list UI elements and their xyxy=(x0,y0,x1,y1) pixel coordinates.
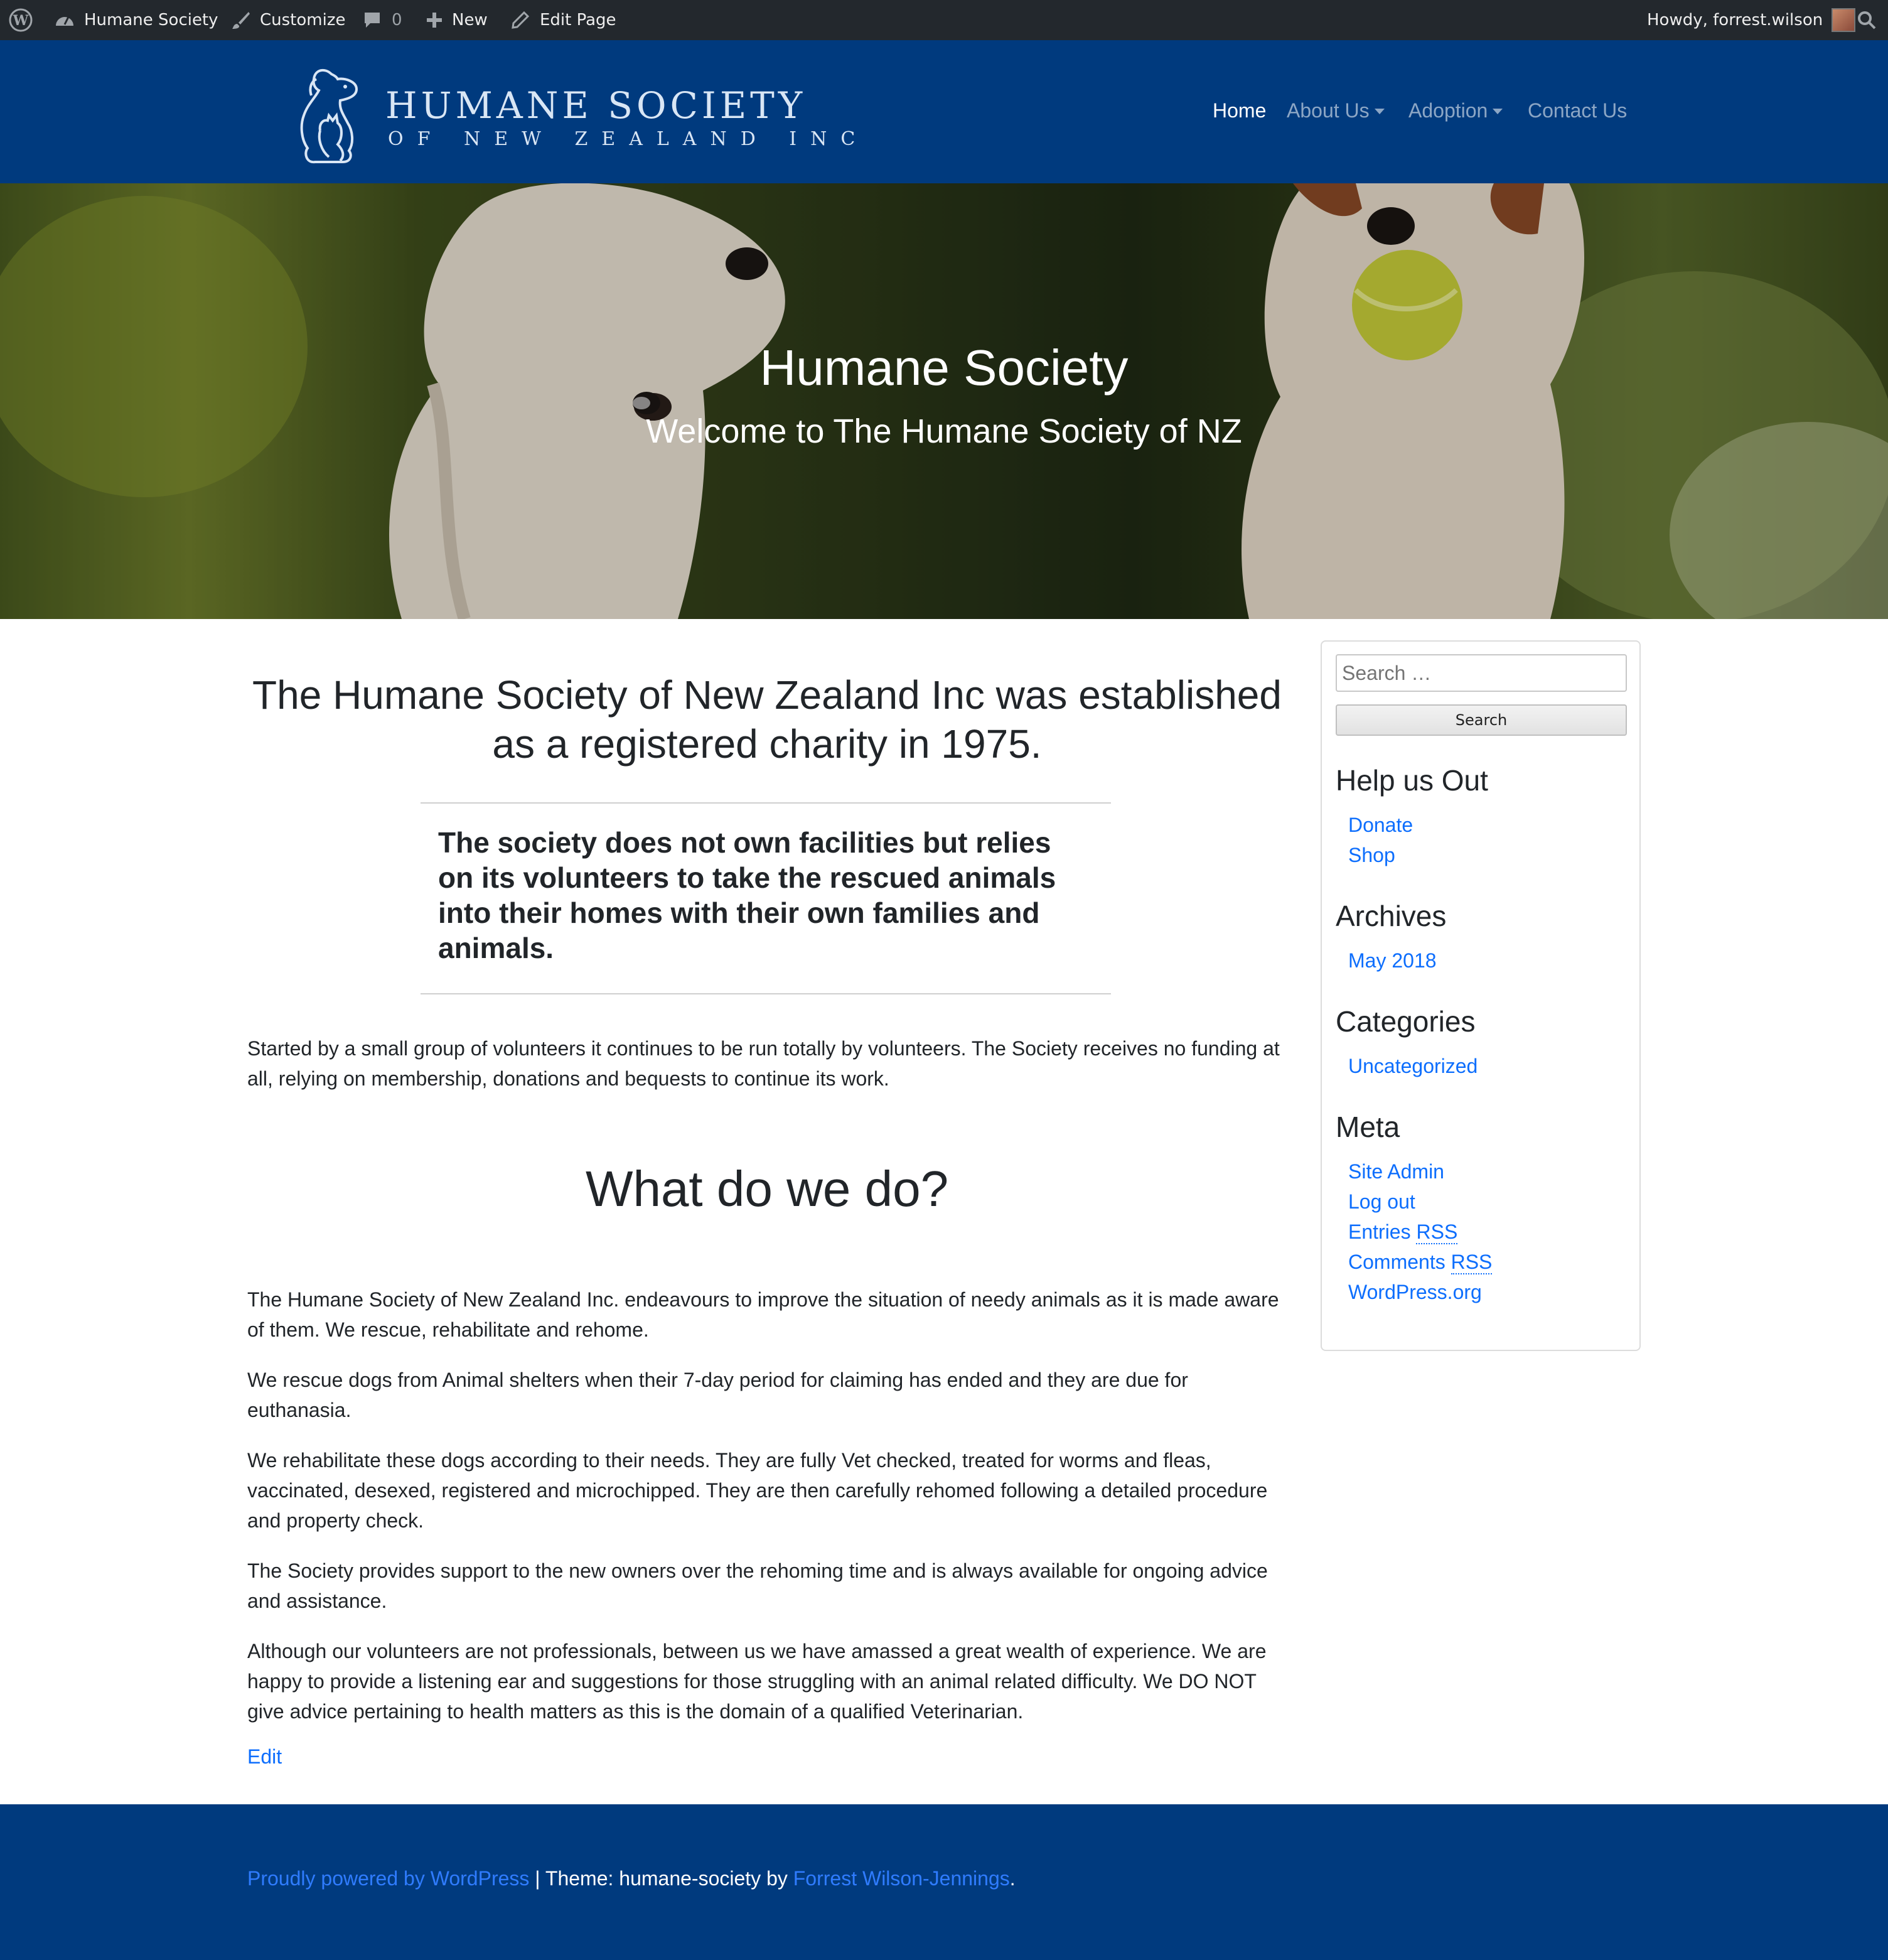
theme-credit: Theme: humane-society by xyxy=(545,1867,793,1890)
hero-dogs-photo xyxy=(0,183,1888,619)
customize-link[interactable]: Customize xyxy=(231,0,345,40)
site-footer: Proudly powered by WordPress | Theme: hu… xyxy=(0,1804,1888,1960)
footer-separator: | xyxy=(529,1867,545,1890)
edit-page-label: Edit Page xyxy=(540,11,616,30)
logo-subtitle: OF NEW ZEALAND INC xyxy=(388,128,869,150)
log-out-link[interactable]: Log out xyxy=(1348,1190,1415,1214)
comments-label: Comments xyxy=(1348,1251,1446,1273)
nav-about-us[interactable]: About Us xyxy=(1287,99,1385,122)
admin-bar-site-link[interactable]: Humane Society xyxy=(54,0,218,40)
nav-about-us-label: About Us xyxy=(1287,99,1370,122)
body-paragraph: We rescue dogs from Animal shelters when… xyxy=(247,1369,1188,1421)
body-paragraph: The Humane Society of New Zealand Inc. e… xyxy=(247,1288,1279,1341)
caret-down-icon xyxy=(1493,109,1503,114)
theme-author-link[interactable]: Forrest Wilson-Jennings xyxy=(793,1867,1010,1890)
comments-count: 0 xyxy=(392,11,402,30)
dog-and-cat-logo-icon xyxy=(300,68,358,164)
nav-adoption[interactable]: Adoption xyxy=(1408,99,1503,122)
widget-title-help: Help us Out xyxy=(1336,764,1488,797)
pencil-icon xyxy=(512,11,530,29)
my-account-link[interactable]: Howdy, forrest.wilson xyxy=(1647,0,1856,40)
site-header: HUMANE SOCIETY OF NEW ZEALAND INC Home A… xyxy=(0,40,1888,183)
widget-title-categories: Categories xyxy=(1336,1005,1476,1038)
rss-abbr: RSS xyxy=(1451,1251,1493,1274)
plus-icon xyxy=(427,13,442,28)
nav-home[interactable]: Home xyxy=(1213,99,1266,122)
caret-down-icon xyxy=(1374,109,1385,114)
powered-by-link[interactable]: Proudly powered by WordPress xyxy=(247,1867,529,1890)
site-admin-link[interactable]: Site Admin xyxy=(1348,1160,1444,1183)
sidebar: Search Help us Out Donate Shop Archives … xyxy=(1321,640,1641,1351)
search-input[interactable] xyxy=(1336,654,1627,692)
section-heading: What do we do? xyxy=(585,1161,949,1217)
avatar xyxy=(1832,8,1856,32)
admin-search-icon[interactable] xyxy=(1857,0,1877,40)
entries-rss-link[interactable]: Entries RSS xyxy=(1348,1220,1458,1244)
hero-title: Humane Society xyxy=(759,340,1129,396)
nav-adoption-label: Adoption xyxy=(1408,99,1488,122)
paintbrush-icon xyxy=(232,12,250,29)
entries-label: Entries xyxy=(1348,1220,1411,1243)
wordpress-org-link[interactable]: WordPress.org xyxy=(1348,1281,1482,1304)
shop-link[interactable]: Shop xyxy=(1348,844,1395,867)
footer-period: . xyxy=(1009,1867,1016,1890)
admin-bar-site-name: Humane Society xyxy=(84,11,218,30)
pull-quote-text: The society does not own facilities but … xyxy=(438,826,1056,964)
logo-title: HUMANE SOCIETY xyxy=(385,84,807,127)
dashboard-gauge-icon xyxy=(56,16,73,26)
footer-credits: Proudly powered by WordPress | Theme: hu… xyxy=(247,1867,1016,1890)
edit-post-link[interactable]: Edit xyxy=(247,1745,282,1769)
pull-quote: The society does not own facilities but … xyxy=(421,802,1111,994)
intro-paragraph: Started by a small group of volunteers i… xyxy=(247,1037,1280,1090)
comment-bubble-icon xyxy=(365,13,380,28)
lead-heading: The Humane Society of New Zealand Inc wa… xyxy=(252,672,1282,767)
body-paragraph: Although our volunteers are not professi… xyxy=(247,1640,1267,1723)
new-content-link[interactable]: New xyxy=(426,0,488,40)
widget-title-archives: Archives xyxy=(1336,900,1447,932)
hero-banner: Humane Society Welcome to The Humane Soc… xyxy=(0,183,1888,619)
archive-link[interactable]: May 2018 xyxy=(1348,949,1437,972)
new-label: New xyxy=(452,11,488,30)
rss-abbr: RSS xyxy=(1416,1220,1458,1244)
site-logo[interactable]: HUMANE SOCIETY OF NEW ZEALAND INC xyxy=(282,63,855,170)
nav-contact-us[interactable]: Contact Us xyxy=(1528,99,1627,122)
category-link[interactable]: Uncategorized xyxy=(1348,1055,1478,1078)
greeting: Howdy, forrest.wilson xyxy=(1647,11,1823,30)
body-paragraph: We rehabilitate these dogs according to … xyxy=(247,1449,1268,1532)
edit-page-link[interactable]: Edit Page xyxy=(511,0,616,40)
comments-rss-link[interactable]: Comments RSS xyxy=(1348,1251,1493,1274)
admin-bar: W Humane Society Customize 0 New Edit Pa… xyxy=(0,0,1888,40)
comments-link[interactable]: 0 xyxy=(363,0,402,40)
hero-subtitle: Welcome to The Humane Society of NZ xyxy=(646,412,1242,450)
wordpress-logo-icon[interactable]: W xyxy=(9,0,33,40)
search-button[interactable]: Search xyxy=(1336,704,1627,736)
body-paragraph: The Society provides support to the new … xyxy=(247,1559,1268,1612)
svg-text:W: W xyxy=(13,13,29,29)
customize-label: Customize xyxy=(260,11,346,30)
donate-link[interactable]: Donate xyxy=(1348,814,1413,837)
widget-title-meta: Meta xyxy=(1336,1111,1400,1143)
